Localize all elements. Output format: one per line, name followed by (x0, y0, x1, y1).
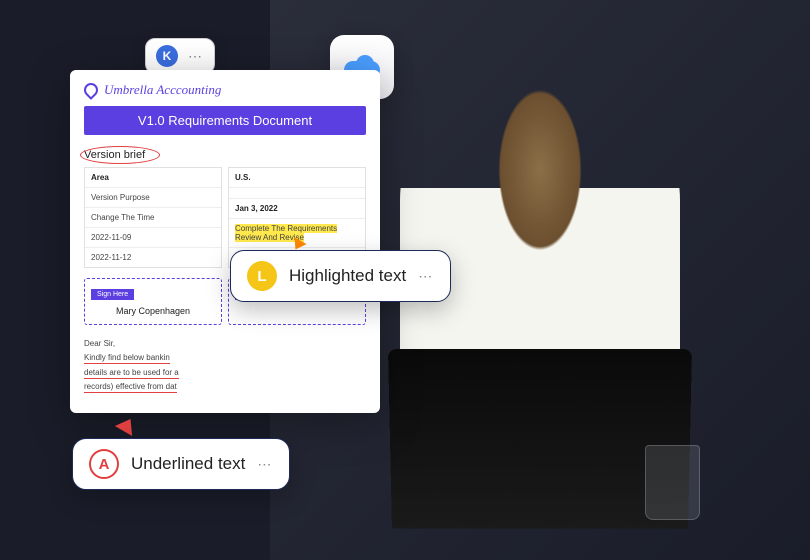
signature-box-1[interactable]: Sign Here Mary Copenhagen (84, 278, 222, 325)
red-circle-annotation-icon (80, 146, 160, 164)
avatar-k: K (156, 45, 178, 67)
brand-name: Umbrella Acccounting (104, 82, 221, 98)
more-icon[interactable]: ⋯ (418, 268, 434, 285)
table-cell: 2022-11-12 (85, 248, 221, 267)
umbrella-icon (81, 80, 101, 100)
collaborator-badge-k[interactable]: K ⋯ (145, 38, 215, 74)
table-cell: Change The Time (85, 208, 221, 228)
letter-line: details are to be used for a (84, 366, 366, 380)
signature-name: Mary Copenhagen (91, 306, 215, 316)
table-cell: Jan 3, 2022 (229, 199, 365, 219)
more-icon[interactable]: ⋯ (188, 48, 204, 65)
letter-greeting: Dear Sir, (84, 337, 366, 351)
table-cell: Version Purpose (85, 188, 221, 208)
table-cell: 2022-11-09 (85, 228, 221, 248)
document-card[interactable]: Umbrella Acccounting V1.0 Requirements D… (70, 70, 380, 413)
water-glass (645, 445, 700, 520)
avatar-l: L (247, 261, 277, 291)
more-icon[interactable]: ⋯ (257, 456, 273, 473)
letter-line: Kindly find below bankin (84, 351, 366, 365)
sign-here-label: Sign Here (91, 289, 134, 300)
letter-line: records) effective from dat (84, 380, 366, 394)
table-left-column: Area Version Purpose Change The Time 202… (84, 167, 222, 268)
letter-body: Dear Sir, Kindly find below bankin detai… (84, 337, 366, 395)
section-version-brief: Version brief (84, 149, 145, 161)
cursor-red-icon (115, 414, 139, 436)
callout-label: Highlighted text (289, 266, 406, 286)
callout-underlined-text[interactable]: A Underlined text ⋯ (72, 438, 290, 490)
avatar-a: A (89, 449, 119, 479)
table-cell: Area (85, 168, 221, 188)
callout-label: Underlined text (131, 454, 245, 474)
brand-row: Umbrella Acccounting (84, 82, 366, 98)
callout-highlighted-text[interactable]: L Highlighted text ⋯ (230, 250, 451, 302)
table-cell (229, 188, 365, 199)
document-title: V1.0 Requirements Document (84, 106, 366, 135)
table-cell: U.S. (229, 168, 365, 188)
